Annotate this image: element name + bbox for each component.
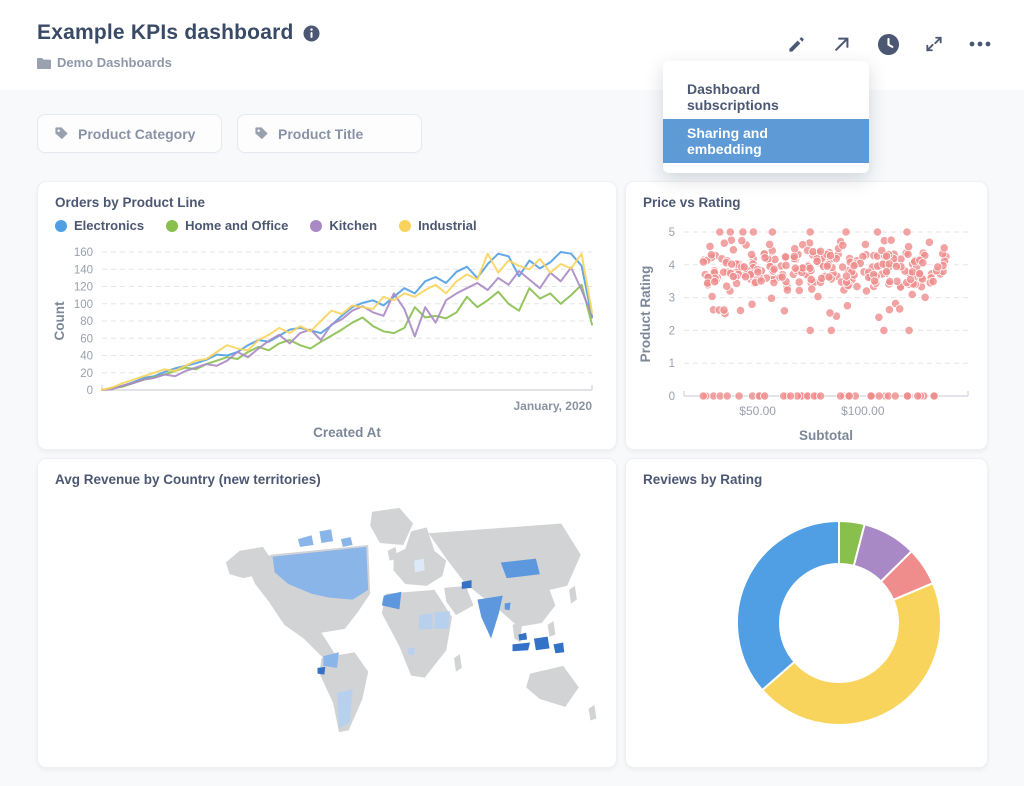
card-reviews-by-rating: Reviews by Rating 12345 1,112 TOTAL: [625, 458, 988, 768]
world-choropleth-map[interactable]: [220, 491, 610, 753]
card-title[interactable]: Reviews by Rating: [643, 472, 762, 487]
filter-bar: Product Category Product Title: [37, 114, 422, 153]
card-title[interactable]: Avg Revenue by Country (new territories): [55, 472, 321, 487]
legend-swatch: [166, 219, 179, 232]
line-chart-legend: Electronics Home and Office Kitchen Industr…: [55, 218, 477, 233]
country-shape: [461, 580, 472, 589]
svg-text:January, 2020: January, 2020: [514, 399, 593, 413]
breadcrumb-label: Demo Dashboards: [57, 55, 172, 70]
info-icon[interactable]: [303, 25, 320, 42]
country-shape: [319, 529, 334, 544]
more-options-icon[interactable]: [968, 32, 992, 56]
edit-pencil-icon[interactable]: [784, 32, 808, 56]
legend-item-home-and-office[interactable]: Home and Office: [166, 218, 288, 233]
svg-text:$100.00: $100.00: [841, 404, 885, 418]
legend-label: Home and Office: [185, 218, 289, 233]
svg-text:3: 3: [669, 293, 675, 305]
card-price-vs-rating: Price vs Rating 0 1 2 3 4 5 $50.00 $100.00 Subto…: [625, 181, 988, 450]
legend-label: Electronics: [74, 218, 145, 233]
country-shape: [340, 537, 353, 547]
svg-text:160: 160: [74, 247, 93, 259]
orders-line-chart[interactable]: 0 20 40 60 80 100 120 140 160 January, 2020 Create…: [50, 242, 606, 447]
filter-label: Product Title: [278, 125, 364, 142]
tag-icon: [254, 126, 269, 141]
country-shape: [298, 535, 314, 547]
legend-swatch: [55, 219, 67, 232]
country-shape: [477, 595, 503, 639]
sharing-dropdown-menu: Dashboard subscriptions Sharing and embe…: [663, 61, 869, 173]
share-arrow-icon[interactable]: [830, 32, 854, 56]
legend-label: Industrial: [418, 218, 477, 233]
legend-swatch: [399, 219, 412, 232]
tag-icon: [54, 126, 69, 141]
legend-item-industrial[interactable]: Industrial: [399, 218, 477, 233]
filter-label: Product Category: [78, 125, 196, 142]
svg-text:2: 2: [669, 325, 675, 337]
svg-text:Product Rating: Product Rating: [638, 266, 653, 363]
country-shape: [434, 611, 451, 629]
svg-text:Created At: Created At: [313, 425, 381, 440]
svg-text:80: 80: [80, 316, 93, 328]
svg-text:5: 5: [669, 227, 675, 239]
svg-text:0: 0: [669, 391, 675, 403]
svg-text:$50.00: $50.00: [739, 404, 776, 418]
card-avg-revenue-by-country: Avg Revenue by Country (new territories)…: [37, 458, 617, 768]
country-shape: [408, 647, 415, 656]
country-shape: [414, 558, 425, 573]
svg-text:Subtotal: Subtotal: [799, 428, 853, 443]
filter-product-category[interactable]: Product Category: [37, 114, 222, 153]
card-title[interactable]: Orders by Product Line: [55, 195, 205, 210]
country-shape: [418, 613, 433, 630]
legend-item-kitchen[interactable]: Kitchen: [310, 218, 377, 233]
svg-text:20: 20: [80, 368, 93, 380]
country-shape: [553, 642, 565, 654]
dashboard-header: Example KPIs dashboard Demo Dashboards: [0, 0, 1024, 90]
page-title: Example KPIs dashboard: [37, 21, 294, 44]
country-shape: [512, 642, 531, 652]
svg-text:100: 100: [74, 299, 93, 311]
country-shape: [317, 666, 326, 675]
filter-product-title[interactable]: Product Title: [237, 114, 422, 153]
fullscreen-icon[interactable]: [922, 32, 946, 56]
country-shape: [504, 602, 511, 611]
menu-item-sharing-and-embedding[interactable]: Sharing and embedding: [663, 119, 869, 163]
collection-folder-icon: [37, 57, 51, 69]
legend-label: Kitchen: [329, 218, 378, 233]
card-orders-by-product-line: Orders by Product Line Electronics Home a…: [37, 181, 617, 450]
card-title[interactable]: Price vs Rating: [643, 195, 741, 210]
svg-text:40: 40: [80, 351, 93, 363]
menu-item-dashboard-subscriptions[interactable]: Dashboard subscriptions: [663, 75, 869, 119]
country-shape: [533, 636, 550, 651]
header-actions: [784, 32, 992, 56]
legend-swatch: [310, 219, 323, 232]
breadcrumb[interactable]: Demo Dashboards: [37, 55, 172, 70]
svg-text:0: 0: [87, 385, 93, 397]
svg-text:60: 60: [80, 333, 93, 345]
dashboard-page: Example KPIs dashboard Demo Dashboards D…: [0, 0, 1024, 786]
svg-text:140: 140: [74, 264, 93, 276]
time-history-icon[interactable]: [876, 32, 900, 56]
svg-text:1: 1: [669, 358, 675, 370]
svg-text:4: 4: [669, 260, 676, 272]
svg-text:Count: Count: [52, 301, 67, 340]
reviews-donut-chart[interactable]: [733, 517, 945, 729]
legend-item-electronics[interactable]: Electronics: [55, 218, 144, 233]
price-rating-scatter-chart[interactable]: 0 1 2 3 4 5 $50.00 $100.00 Subtotal Product Ratin…: [638, 218, 977, 446]
svg-text:120: 120: [74, 282, 93, 294]
